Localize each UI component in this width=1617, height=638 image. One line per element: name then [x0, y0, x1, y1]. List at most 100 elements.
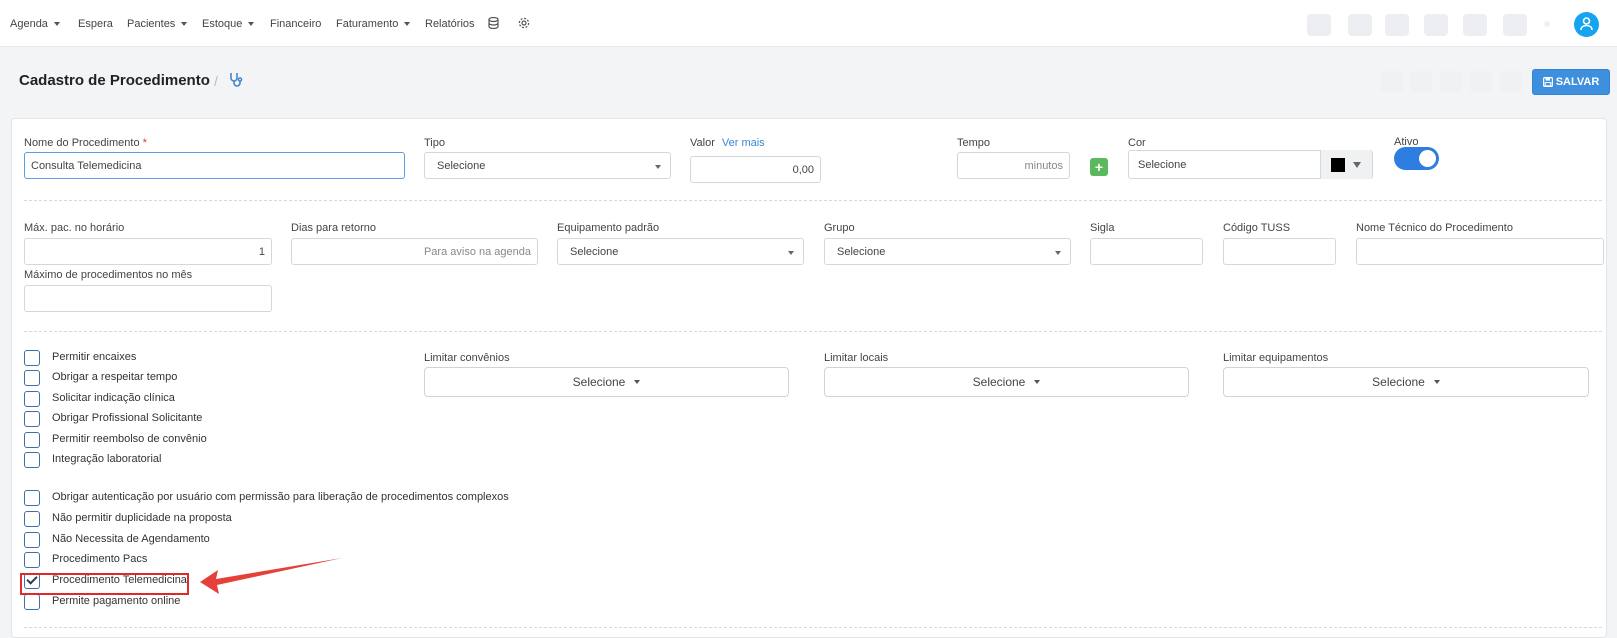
user-avatar[interactable]: [1574, 12, 1599, 37]
ver-mais-link[interactable]: Ver mais: [722, 137, 765, 149]
limitar-equipamentos-label: Limitar equipamentos: [1223, 352, 1329, 364]
dias-retorno-placeholder: Para aviso na agenda: [423, 245, 531, 258]
toolbar-scissors-icon[interactable]: [1463, 14, 1487, 36]
header-action-5[interactable]: [1500, 71, 1522, 92]
chevron-down-icon: [788, 251, 794, 255]
checkbox[interactable]: [24, 552, 40, 568]
annotation-arrow-icon: [200, 558, 342, 594]
top-navbar: Agenda Espera Pacientes Estoque Financei…: [0, 0, 1617, 47]
dias-retorno-label: Dias para retorno: [291, 222, 376, 234]
database-icon[interactable]: [488, 16, 499, 32]
limitar-locais-value: Selecione: [972, 375, 1026, 389]
tipo-label: Tipo: [424, 137, 445, 149]
nav-faturamento-label: Faturamento: [336, 18, 399, 30]
nome-value: Consulta Telemedicina: [31, 159, 142, 172]
max-mes-input[interactable]: [24, 285, 272, 312]
valor-input[interactable]: 0,00: [690, 156, 821, 183]
nome-input[interactable]: Consulta Telemedicina: [24, 152, 405, 179]
nav-relatorios[interactable]: Relatórios: [425, 18, 475, 30]
limitar-locais-dropdown[interactable]: Selecione: [824, 367, 1189, 397]
option-label: Obrigar a respeitar tempo: [52, 371, 178, 383]
checkbox[interactable]: [24, 490, 40, 506]
gear-icon[interactable]: [518, 17, 530, 32]
equipamento-select[interactable]: Selecione: [557, 238, 804, 265]
color-swatch: [1331, 158, 1345, 172]
checkbox[interactable]: [24, 511, 40, 527]
color-picker[interactable]: [1320, 150, 1372, 179]
ativo-toggle[interactable]: [1394, 147, 1439, 170]
grupo-value: Selecione: [837, 245, 886, 258]
max-pac-value: 1: [258, 245, 265, 258]
option-label: Não permitir duplicidade na proposta: [52, 512, 232, 524]
limitar-equipamentos-value: Selecione: [1372, 375, 1425, 389]
toolbar-medkit-icon[interactable]: [1424, 14, 1448, 36]
toolbar-report-icon[interactable]: [1503, 14, 1527, 36]
header-action-1[interactable]: [1381, 71, 1403, 92]
toolbar-card-icon[interactable]: [1348, 14, 1372, 36]
checkbox[interactable]: [24, 411, 40, 427]
max-pac-label: Máx. pac. no horário: [24, 222, 125, 234]
max-pac-input[interactable]: 1: [24, 238, 272, 265]
limitar-locais-label: Limitar locais: [824, 352, 889, 364]
grupo-select[interactable]: Selecione: [824, 238, 1071, 265]
max-mes-label: Máximo de procedimentos no mês: [24, 269, 193, 281]
toggle-knob: [1419, 150, 1436, 167]
checkbox[interactable]: [24, 432, 40, 448]
nav-agenda[interactable]: Agenda: [10, 18, 60, 30]
chevron-down-icon: [1055, 251, 1061, 255]
section-divider: [24, 627, 1602, 628]
header-action-3[interactable]: [1440, 71, 1462, 92]
save-button[interactable]: SALVAR: [1532, 69, 1610, 95]
equipamento-label: Equipamento padrão: [557, 222, 660, 234]
sigla-label: Sigla: [1090, 222, 1115, 234]
dias-retorno-input[interactable]: Para aviso na agenda: [291, 238, 538, 265]
user-icon: [1580, 17, 1593, 31]
nav-pacientes-label: Pacientes: [127, 18, 176, 30]
breadcrumb-separator: /: [214, 73, 218, 89]
toolbar-pencil-icon[interactable]: [1307, 14, 1331, 36]
header-action-2[interactable]: [1410, 71, 1432, 92]
nav-faturamento[interactable]: Faturamento: [336, 18, 411, 30]
checkbox[interactable]: [24, 391, 40, 407]
valor-label: Valor Ver mais: [690, 137, 765, 149]
tempo-input[interactable]: minutos: [957, 152, 1070, 179]
chevron-down-icon: [1034, 380, 1041, 384]
tipo-select[interactable]: Selecione: [424, 152, 671, 179]
nome-label: Nome do Procedimento *: [24, 137, 147, 149]
section-divider: [24, 331, 1602, 332]
status-dot-icon: [1544, 21, 1550, 27]
tuss-input[interactable]: [1223, 238, 1336, 265]
section-divider: [24, 200, 1602, 201]
nav-estoque[interactable]: Estoque: [202, 18, 255, 30]
option-label: Integração laboratorial: [52, 453, 162, 465]
toolbar-plus-icon[interactable]: [1385, 14, 1409, 36]
nav-espera[interactable]: Espera: [78, 18, 113, 30]
stethoscope-icon: [229, 72, 243, 91]
cor-value: Selecione: [1138, 158, 1187, 171]
checkbox[interactable]: [24, 594, 40, 610]
limitar-equipamentos-dropdown[interactable]: Selecione: [1223, 367, 1589, 397]
chevron-down-icon: [404, 22, 411, 27]
checkbox[interactable]: [24, 350, 40, 366]
header-action-4[interactable]: [1470, 71, 1492, 92]
option-label: Obrigar Profissional Solicitante: [52, 412, 203, 424]
sigla-input[interactable]: [1090, 238, 1203, 265]
chevron-down-icon: [248, 22, 255, 27]
annotation-highlight-box: [20, 573, 189, 595]
limitar-convenios-dropdown[interactable]: Selecione: [424, 367, 789, 397]
checkbox[interactable]: [24, 452, 40, 468]
nome-tecnico-input[interactable]: [1356, 238, 1604, 265]
checkbox[interactable]: [24, 370, 40, 386]
chevron-down-icon: [1353, 162, 1361, 168]
nav-pacientes[interactable]: Pacientes: [127, 18, 188, 30]
valor-value: 0,00: [792, 163, 814, 176]
chevron-down-icon: [53, 22, 60, 27]
save-label: SALVAR: [1555, 76, 1600, 88]
required-mark: *: [142, 137, 147, 149]
grupo-label: Grupo: [824, 222, 855, 234]
add-tempo-button[interactable]: +: [1090, 158, 1108, 176]
nav-financeiro[interactable]: Financeiro: [270, 18, 321, 30]
tempo-placeholder: minutos: [1024, 159, 1063, 172]
option-label: Permitir reembolso de convênio: [52, 433, 207, 445]
checkbox[interactable]: [24, 532, 40, 548]
